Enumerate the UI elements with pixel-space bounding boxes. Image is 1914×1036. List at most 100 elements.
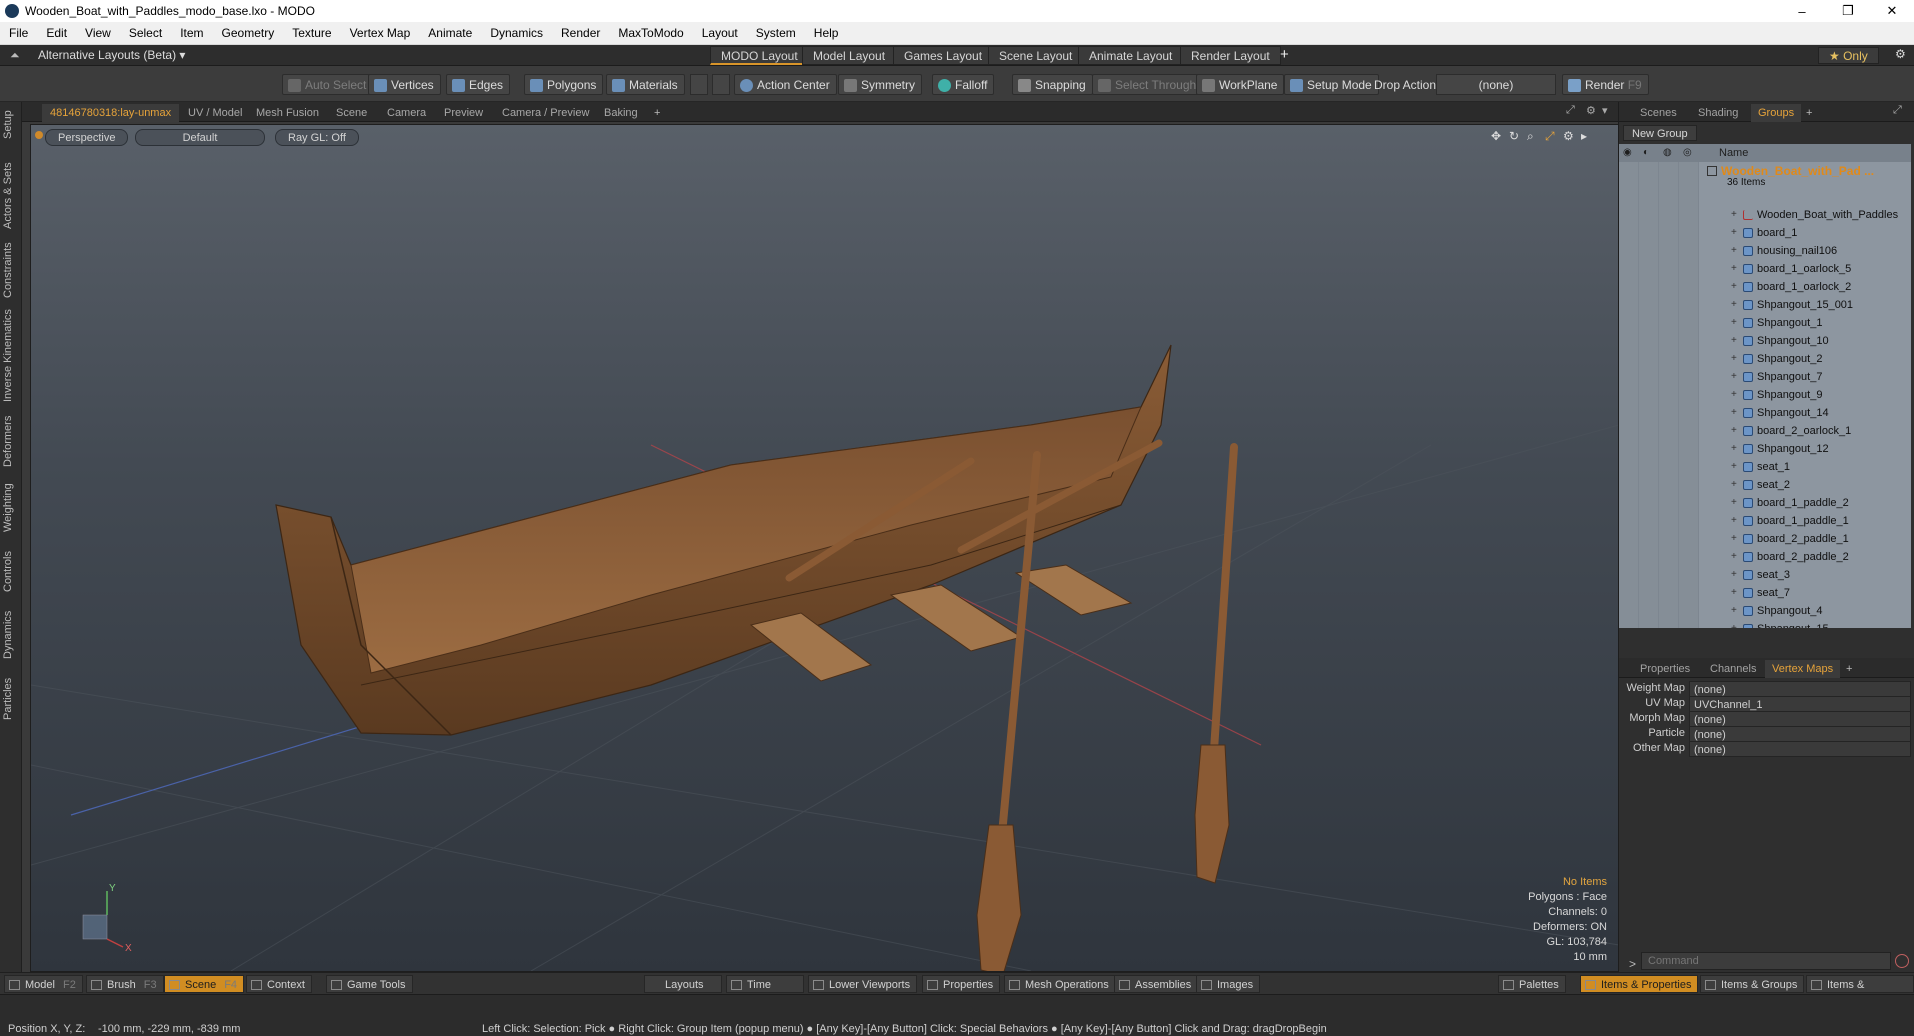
tree-row[interactable]: + board_2_oarlock_1 (1619, 422, 1911, 440)
tree-row[interactable]: + board_1_paddle_2 (1619, 494, 1911, 512)
add-viewport-tab-button[interactable]: + (646, 104, 668, 122)
game-tools-button[interactable]: Game Tools (326, 975, 413, 993)
tab-baking[interactable]: Baking (596, 104, 646, 122)
falloff-button[interactable]: Falloff (932, 74, 995, 95)
tree-row[interactable]: + Shpangout_10 (1619, 332, 1911, 350)
assemblies-button[interactable]: Assemblies (1114, 975, 1199, 993)
expand-icon[interactable]: + (1731, 386, 1737, 404)
tab-mesh-fusion[interactable]: Mesh Fusion (248, 104, 327, 122)
vertices-button[interactable]: Vertices (368, 74, 441, 95)
property-value-select[interactable]: (none) (1689, 726, 1911, 742)
tree-row[interactable]: + seat_3 (1619, 566, 1911, 584)
side-tab-controls[interactable]: Controls (2, 544, 20, 600)
tab-render-layout[interactable]: Render Layout (1180, 46, 1281, 65)
tree-row[interactable]: + board_1_oarlock_2 (1619, 278, 1911, 296)
command-stop-icon[interactable] (1895, 954, 1909, 968)
only-toggle[interactable]: ★ Only (1818, 47, 1879, 64)
tab-properties[interactable]: Properties (1633, 660, 1697, 678)
property-value-select[interactable]: (none) (1689, 711, 1911, 727)
tree-row[interactable]: + Wooden_Boat_with_Paddles (1619, 206, 1911, 224)
menu-item[interactable]: Item (171, 26, 212, 40)
selection-mode-icon[interactable] (690, 74, 708, 95)
tab-lay-unmax[interactable]: 48146780318:lay-unmax (42, 104, 180, 122)
item-mode-icon[interactable] (712, 74, 730, 95)
menu-file[interactable]: File (0, 26, 37, 40)
tab-camera[interactable]: Camera (379, 104, 434, 122)
name-column-header[interactable]: Name (1719, 144, 1748, 162)
menu-texture[interactable]: Texture (283, 26, 340, 40)
expand-icon[interactable]: + (1731, 206, 1737, 224)
menu-select[interactable]: Select (120, 26, 171, 40)
tree-row[interactable]: + board_1_paddle_1 (1619, 512, 1911, 530)
tree-row[interactable]: + board_2_paddle_1 (1619, 530, 1911, 548)
tree-row[interactable]: + Shpangout_12 (1619, 440, 1911, 458)
tree-row[interactable]: + seat_2 (1619, 476, 1911, 494)
gear-icon[interactable]: ⚙ (1895, 47, 1906, 61)
edges-button[interactable]: Edges (446, 74, 511, 95)
side-tab-inverse-kinematics[interactable]: Inverse Kinematics (2, 306, 20, 406)
expand-icon[interactable]: + (1731, 512, 1737, 530)
menu-render[interactable]: Render (552, 26, 609, 40)
expand-icon[interactable]: + (1731, 332, 1737, 350)
expand-icon[interactable]: + (1731, 548, 1737, 566)
expand-icon[interactable]: + (1731, 584, 1737, 602)
close-button[interactable]: ✕ (1870, 0, 1914, 22)
tab-groups[interactable]: Groups (1751, 104, 1802, 122)
expand-icon[interactable]: + (1731, 404, 1737, 422)
layouts-button[interactable]: Layouts (644, 975, 722, 993)
tree-row[interactable]: + seat_1 (1619, 458, 1911, 476)
menu-view[interactable]: View (76, 26, 120, 40)
side-tab-particles[interactable]: Particles (2, 670, 20, 728)
menu-help[interactable]: Help (805, 26, 848, 40)
side-tab-weighting[interactable]: Weighting (2, 476, 20, 540)
render-button[interactable]: Render F9 (1562, 74, 1649, 95)
expand-icon[interactable]: + (1731, 422, 1737, 440)
drop-action-select[interactable]: (none) (1436, 74, 1556, 95)
tab-preview[interactable]: Preview (436, 104, 491, 122)
property-value-select[interactable]: (none) (1689, 681, 1911, 697)
brush-button[interactable]: Brush F3 (86, 975, 164, 993)
tab-animate-layout[interactable]: Animate Layout (1078, 46, 1184, 65)
add-prop-tab-button[interactable]: + (1839, 660, 1859, 678)
select-icon[interactable]: ◎ (1683, 144, 1692, 162)
alternative-layouts-dropdown[interactable]: Alternative Layouts (Beta) ▾ (38, 48, 185, 62)
materials-button[interactable]: Materials (606, 74, 685, 95)
expand-icon[interactable]: + (1731, 314, 1737, 332)
tree-row[interactable]: + board_1 (1619, 224, 1911, 242)
add-layout-button[interactable]: + (1280, 46, 1289, 63)
menu-layout[interactable]: Layout (693, 26, 747, 40)
side-tab-setup[interactable]: Setup (2, 108, 20, 142)
expand-icon[interactable]: + (1731, 566, 1737, 584)
tab-channels[interactable]: Channels (1703, 660, 1763, 678)
chevron-down-icon[interactable]: ▾ (1602, 104, 1608, 117)
add-panel-tab-button[interactable]: + (1799, 104, 1819, 122)
properties-button[interactable]: Properties (922, 975, 1001, 993)
tab-scene-layout[interactable]: Scene Layout (988, 46, 1084, 65)
items-groups-button[interactable]: Items & Groups (1700, 975, 1805, 993)
tab-model-layout[interactable]: Model Layout (802, 46, 897, 65)
expand-icon[interactable]: + (1731, 494, 1737, 512)
tree-row[interactable]: + Shpangout_15 (1619, 620, 1911, 628)
minimize-button[interactable]: – (1780, 0, 1824, 22)
group-row[interactable]: Wooden_Boat_with_Pad ... 36 Items (1619, 164, 1911, 190)
render-icon[interactable]: ◐ (1643, 144, 1649, 162)
tree-row[interactable]: + Shpangout_15_001 (1619, 296, 1911, 314)
expand-icon[interactable]: + (1731, 440, 1737, 458)
expand-icon[interactable]: + (1731, 296, 1737, 314)
expand-icon[interactable]: + (1731, 476, 1737, 494)
time-button[interactable]: Time (726, 975, 804, 993)
tab-shading[interactable]: Shading (1691, 104, 1745, 122)
expand-icon[interactable]: + (1731, 368, 1737, 386)
items-properties-button[interactable]: Items & Properties (1580, 975, 1699, 993)
polygons-button[interactable]: Polygons (524, 74, 604, 95)
tree-row[interactable]: + seat_7 (1619, 584, 1911, 602)
eye-icon[interactable]: ◉ (1623, 144, 1632, 162)
symmetry-button[interactable]: Symmetry (838, 74, 922, 95)
expand-icon[interactable]: + (1731, 620, 1737, 628)
tab-camera-preview[interactable]: Camera / Preview (494, 104, 597, 122)
expand-icon[interactable]: ⤢ (1566, 104, 1575, 117)
tab-scene[interactable]: Scene (328, 104, 375, 122)
new-group-button[interactable]: New Group (1623, 125, 1697, 141)
scene-button[interactable]: Scene F4 (164, 975, 245, 993)
collapse-icon[interactable]: ⏶ (10, 48, 20, 63)
